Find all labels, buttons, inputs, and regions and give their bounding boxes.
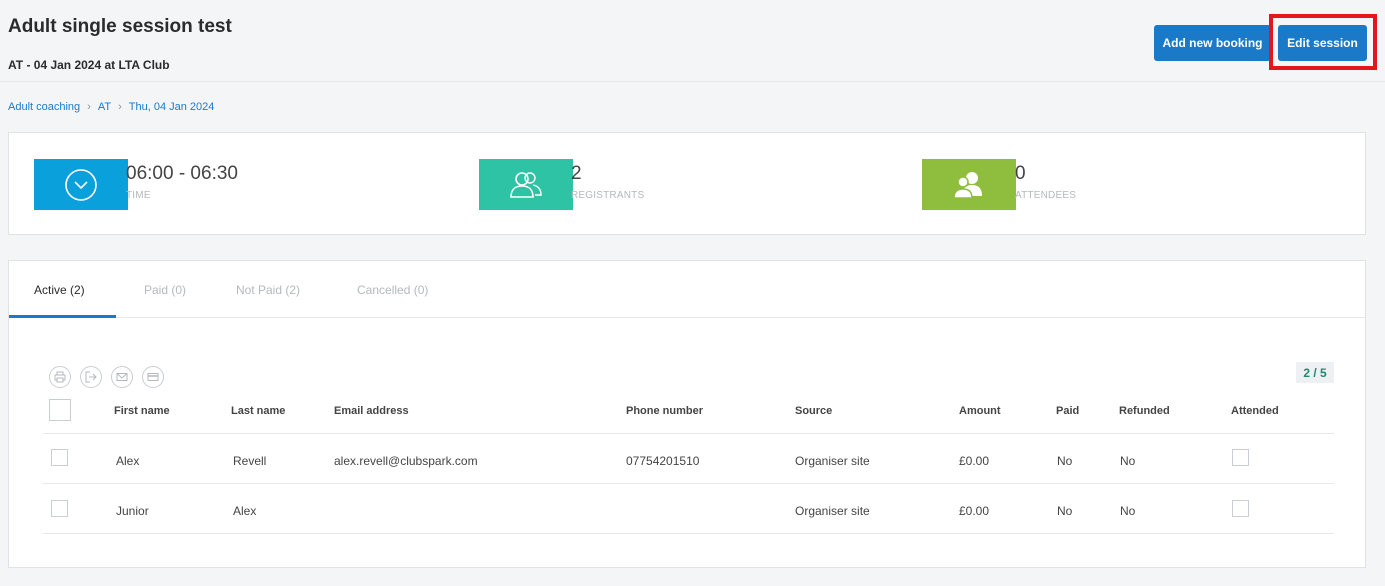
row-select-checkbox[interactable] <box>51 500 68 517</box>
row-divider <box>43 483 1334 484</box>
cell-paid: No <box>1057 504 1073 518</box>
booking-tabs: Active (2) Paid (0) Not Paid (2) Cancell… <box>9 261 1365 318</box>
add-new-booking-button[interactable]: Add new booking <box>1154 25 1271 61</box>
col-source[interactable]: Source <box>795 405 832 417</box>
cell-paid: No <box>1057 454 1073 468</box>
cell-last-name: Revell <box>233 454 267 468</box>
col-phone[interactable]: Phone number <box>626 405 703 417</box>
header-divider <box>43 433 1334 434</box>
cell-source: Organiser site <box>795 454 870 468</box>
col-last-name[interactable]: Last name <box>231 405 285 417</box>
attendees-label: ATTENDEES <box>1015 190 1077 201</box>
cell-last-name: Alex <box>233 504 257 518</box>
row-select-checkbox[interactable] <box>51 449 68 466</box>
cell-phone: 07754201510 <box>626 454 700 468</box>
cell-source: Organiser site <box>795 504 870 518</box>
breadcrumb-separator: › <box>87 101 91 113</box>
cell-first-name: Junior <box>116 504 149 518</box>
cell-refunded: No <box>1120 504 1136 518</box>
card-icon[interactable] <box>142 366 164 388</box>
cell-amount: £0.00 <box>959 504 990 518</box>
col-paid[interactable]: Paid <box>1056 405 1079 417</box>
tab-cancelled[interactable]: Cancelled (0) <box>357 283 428 297</box>
session-stats-card: 06:00 - 06:30 TIME 2 REGISTRANTS 0 ATTEN… <box>8 132 1366 235</box>
tab-active[interactable]: Active (2) <box>34 283 85 297</box>
select-all-checkbox[interactable] <box>49 399 71 421</box>
export-icon[interactable] <box>80 366 102 388</box>
col-amount[interactable]: Amount <box>959 405 1001 417</box>
page-count-badge: 2 / 5 <box>1296 362 1334 383</box>
print-icon[interactable] <box>49 366 71 388</box>
col-email[interactable]: Email address <box>334 405 409 417</box>
time-label: TIME <box>126 190 151 201</box>
attended-checkbox[interactable] <box>1232 500 1249 517</box>
breadcrumb-item-adult-coaching[interactable]: Adult coaching <box>8 101 80 113</box>
tab-paid[interactable]: Paid (0) <box>144 283 186 297</box>
breadcrumb-item-at[interactable]: AT <box>98 101 111 113</box>
registrants-label: REGISTRANTS <box>571 190 645 201</box>
time-value: 06:00 - 06:30 <box>126 163 238 184</box>
col-refunded[interactable]: Refunded <box>1119 405 1170 417</box>
cell-amount: £0.00 <box>959 454 990 468</box>
active-tab-indicator <box>9 315 116 318</box>
page-title: Adult single session test <box>8 16 232 37</box>
edit-session-button[interactable]: Edit session <box>1278 25 1367 61</box>
users-icon <box>479 159 573 210</box>
cell-first-name: Alex <box>116 454 140 468</box>
clock-icon <box>34 159 128 210</box>
breadcrumb-separator: › <box>118 101 122 113</box>
attended-checkbox[interactable] <box>1232 449 1249 466</box>
attendees-value: 0 <box>1015 163 1026 184</box>
bookings-panel: Active (2) Paid (0) Not Paid (2) Cancell… <box>8 260 1366 568</box>
registrants-value: 2 <box>571 163 582 184</box>
col-first-name[interactable]: First name <box>114 405 170 417</box>
breadcrumb: Adult coaching › AT › Thu, 04 Jan 2024 <box>8 101 214 113</box>
cell-refunded: No <box>1120 454 1136 468</box>
tab-not-paid[interactable]: Not Paid (2) <box>236 283 300 297</box>
page-subtitle: AT - 04 Jan 2024 at LTA Club <box>8 58 170 72</box>
attendees-icon <box>922 159 1016 210</box>
row-divider <box>43 533 1334 534</box>
col-attended[interactable]: Attended <box>1231 405 1279 417</box>
email-icon[interactable] <box>111 366 133 388</box>
breadcrumb-item-date[interactable]: Thu, 04 Jan 2024 <box>129 101 215 113</box>
page-header: Adult single session test AT - 04 Jan 20… <box>0 0 1385 82</box>
cell-email: alex.revell@clubspark.com <box>334 454 478 468</box>
